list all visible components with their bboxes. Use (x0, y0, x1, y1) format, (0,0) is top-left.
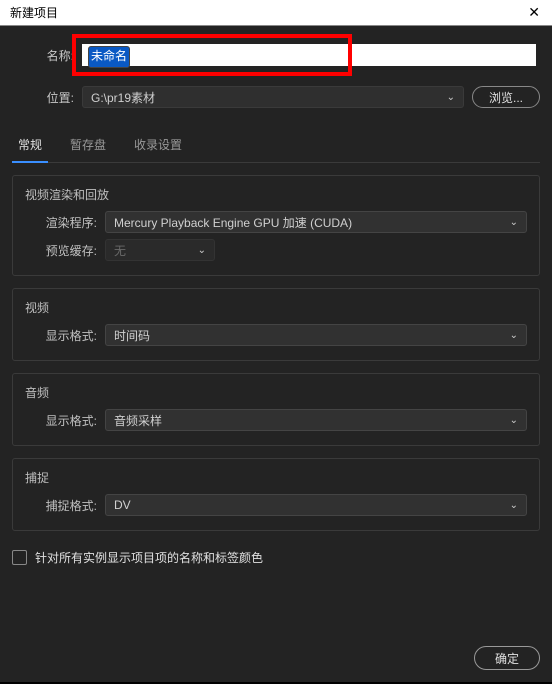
renderer-select[interactable]: Mercury Playback Engine GPU 加速 (CUDA) ⌄ (105, 211, 527, 233)
capture-format-select[interactable]: DV ⌄ (105, 494, 527, 516)
group-video-title: 视频 (25, 299, 527, 316)
chevron-down-icon: ⌄ (510, 415, 518, 426)
dialog-body: 名称: 未命名 位置: G:\pr19素材 ⌄ 浏览... 常规 暂存盘 收录设… (0, 26, 552, 682)
preview-cache-value: 无 (114, 242, 126, 259)
video-display-value: 时间码 (114, 327, 150, 344)
chevron-down-icon: ⌄ (447, 92, 455, 103)
name-label: 名称: (12, 47, 82, 64)
close-icon[interactable]: ✕ (522, 2, 546, 23)
location-label: 位置: (12, 89, 82, 106)
show-names-label: 针对所有实例显示项目项的名称和标签颜色 (35, 549, 263, 566)
chevron-down-icon: ⌄ (510, 217, 518, 228)
renderer-value: Mercury Playback Engine GPU 加速 (CUDA) (114, 214, 352, 231)
capture-format-label: 捕捉格式: (25, 497, 105, 514)
audio-display-label: 显示格式: (25, 412, 105, 429)
name-input[interactable]: 未命名 (82, 44, 536, 66)
panel-general: 视频渲染和回放 渲染程序: Mercury Playback Engine GP… (12, 163, 540, 636)
group-render: 视频渲染和回放 渲染程序: Mercury Playback Engine GP… (12, 175, 540, 276)
capture-format-value: DV (114, 498, 131, 512)
chevron-down-icon: ⌄ (510, 330, 518, 341)
audio-display-select[interactable]: 音频采样 ⌄ (105, 409, 527, 431)
chevron-down-icon: ⌄ (510, 500, 518, 511)
name-row: 名称: 未命名 (12, 44, 540, 66)
renderer-label: 渲染程序: (25, 214, 105, 231)
window-title: 新建项目 (10, 4, 58, 21)
chevron-down-icon: ⌄ (198, 245, 206, 256)
ok-button[interactable]: 确定 (474, 646, 540, 670)
browse-button[interactable]: 浏览... (472, 86, 540, 108)
show-names-checkbox[interactable] (12, 550, 27, 565)
video-display-select[interactable]: 时间码 ⌄ (105, 324, 527, 346)
tab-scratch[interactable]: 暂存盘 (64, 132, 112, 162)
preview-cache-select: 无 ⌄ (105, 239, 215, 261)
dialog-footer: 确定 (12, 636, 540, 670)
group-audio: 音频 显示格式: 音频采样 ⌄ (12, 373, 540, 446)
video-display-label: 显示格式: (25, 327, 105, 344)
name-input-value: 未命名 (88, 46, 130, 68)
group-render-title: 视频渲染和回放 (25, 186, 527, 203)
show-names-row: 针对所有实例显示项目项的名称和标签颜色 (12, 549, 540, 566)
tab-ingest[interactable]: 收录设置 (128, 132, 188, 162)
group-capture: 捕捉 捕捉格式: DV ⌄ (12, 458, 540, 531)
location-row: 位置: G:\pr19素材 ⌄ 浏览... (12, 86, 540, 108)
tabs: 常规 暂存盘 收录设置 (12, 132, 540, 163)
location-select[interactable]: G:\pr19素材 ⌄ (82, 86, 464, 108)
title-bar: 新建项目 ✕ (0, 0, 552, 26)
group-audio-title: 音频 (25, 384, 527, 401)
group-capture-title: 捕捉 (25, 469, 527, 486)
location-value: G:\pr19素材 (91, 89, 155, 106)
tab-general[interactable]: 常规 (12, 132, 48, 163)
group-video: 视频 显示格式: 时间码 ⌄ (12, 288, 540, 361)
audio-display-value: 音频采样 (114, 412, 162, 429)
preview-cache-label: 预览缓存: (25, 242, 105, 259)
